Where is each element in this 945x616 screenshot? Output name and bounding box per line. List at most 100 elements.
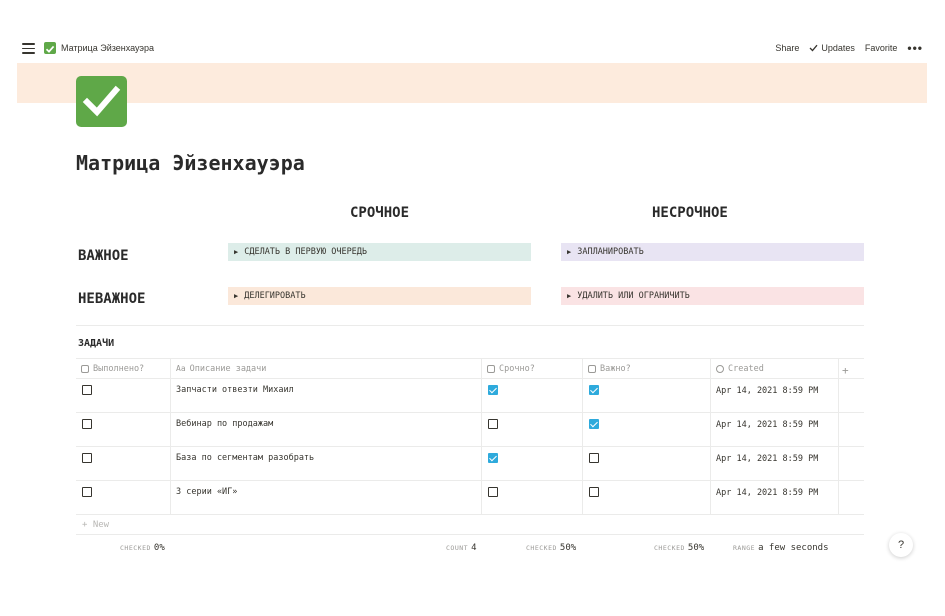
header-label: Важно? xyxy=(600,364,631,374)
toggle-label: ЗАПЛАНИРОВАТЬ xyxy=(577,247,644,257)
header-description[interactable]: Aa Описание задачи xyxy=(171,359,482,378)
cell-urgent xyxy=(482,447,583,480)
calc-key: COUNT xyxy=(446,544,469,552)
cell-empty xyxy=(839,379,864,412)
important-checkbox[interactable] xyxy=(589,385,599,395)
calc-urgent[interactable]: CHECKED 50% xyxy=(526,543,576,553)
cell-done xyxy=(76,379,171,412)
cell-important xyxy=(583,413,711,446)
calc-done[interactable]: CHECKED 0% xyxy=(120,543,165,553)
checkbox-property-icon xyxy=(487,365,495,373)
toggle-triangle-icon: ▶ xyxy=(567,292,572,300)
checkbox-property-icon xyxy=(588,365,596,373)
cell-description[interactable]: База по сегментам разобрать xyxy=(171,447,482,480)
more-options-icon[interactable]: ••• xyxy=(907,42,923,54)
page-checkmark-icon xyxy=(44,42,56,54)
top-bar: Матрица Эйзенхауэра Share Updates Favori… xyxy=(0,38,945,60)
table-row[interactable]: 3 серии «ИГ» Apr 14, 2021 8:59 PM xyxy=(76,481,864,515)
add-property-button[interactable]: + xyxy=(839,359,864,378)
done-checkbox[interactable] xyxy=(82,453,92,463)
header-done[interactable]: Выполнено? xyxy=(76,359,171,378)
toggle-triangle-icon: ▶ xyxy=(567,248,572,256)
page-checkmark-icon-large[interactable] xyxy=(76,76,127,127)
urgent-checkbox[interactable] xyxy=(488,385,498,395)
urgent-checkbox[interactable] xyxy=(488,487,498,497)
header-label: Срочно? xyxy=(499,364,535,374)
cell-important xyxy=(583,379,711,412)
header-created[interactable]: Created xyxy=(711,359,839,378)
cell-description[interactable]: Вебинар по продажам xyxy=(171,413,482,446)
new-row-button[interactable]: + New xyxy=(76,515,864,535)
toggle-schedule[interactable]: ▶ ЗАПЛАНИРОВАТЬ xyxy=(561,243,864,261)
row-heading-important: ВАЖНОЕ xyxy=(78,248,129,264)
calc-key: CHECKED xyxy=(120,544,151,552)
calc-created[interactable]: RANGE a few seconds xyxy=(733,543,829,553)
cell-important xyxy=(583,481,711,514)
calc-important[interactable]: CHECKED 50% xyxy=(654,543,704,553)
calc-count[interactable]: COUNT 4 xyxy=(446,543,477,553)
table-row[interactable]: База по сегментам разобрать Apr 14, 2021 … xyxy=(76,447,864,481)
table-row[interactable]: Запчасти отвезти Михаил Apr 14, 2021 8:59… xyxy=(76,379,864,413)
clock-icon xyxy=(716,365,724,373)
calc-value: 50% xyxy=(559,543,577,553)
updates-button[interactable]: Updates xyxy=(809,43,855,53)
divider xyxy=(76,325,864,326)
done-checkbox[interactable] xyxy=(82,385,92,395)
tasks-table: Выполнено? Aa Описание задачи Срочно? Важ… xyxy=(76,358,864,535)
breadcrumb-title[interactable]: Матрица Эйзенхауэра xyxy=(61,43,154,53)
done-checkbox[interactable] xyxy=(82,487,92,497)
header-important[interactable]: Важно? xyxy=(583,359,711,378)
cell-created: Apr 14, 2021 8:59 PM xyxy=(711,481,839,514)
cell-description[interactable]: Запчасти отвезти Михаил xyxy=(171,379,482,412)
header-urgent[interactable]: Срочно? xyxy=(482,359,583,378)
cell-urgent xyxy=(482,413,583,446)
text-property-icon: Aa xyxy=(176,364,186,373)
updates-label: Updates xyxy=(821,43,855,53)
important-checkbox[interactable] xyxy=(589,487,599,497)
cell-empty xyxy=(839,447,864,480)
urgent-checkbox[interactable] xyxy=(488,453,498,463)
help-button[interactable]: ? xyxy=(889,533,913,557)
toggle-do-first[interactable]: ▶ СДЕЛАТЬ В ПЕРВУЮ ОЧЕРЕДЬ xyxy=(228,243,531,261)
toggle-label: ДЕЛЕГИРОВАТЬ xyxy=(244,291,306,301)
calc-key: CHECKED xyxy=(654,544,685,552)
toggle-delete[interactable]: ▶ УДАЛИТЬ ИЛИ ОГРАНИЧИТЬ xyxy=(561,287,864,305)
cell-urgent xyxy=(482,481,583,514)
table-row[interactable]: Вебинар по продажам Apr 14, 2021 8:59 PM xyxy=(76,413,864,447)
important-checkbox[interactable] xyxy=(589,419,599,429)
toggle-label: УДАЛИТЬ ИЛИ ОГРАНИЧИТЬ xyxy=(577,291,690,301)
cell-description[interactable]: 3 серии «ИГ» xyxy=(171,481,482,514)
page-title: Матрица Эйзенхауэра xyxy=(76,151,305,175)
urgent-checkbox[interactable] xyxy=(488,419,498,429)
toggle-label: СДЕЛАТЬ В ПЕРВУЮ ОЧЕРЕДЬ xyxy=(244,247,368,257)
calc-value: 50% xyxy=(687,543,705,553)
important-checkbox[interactable] xyxy=(589,453,599,463)
menu-icon[interactable] xyxy=(22,43,35,54)
column-heading-urgent: СРОЧНОЕ xyxy=(350,205,410,221)
cell-done xyxy=(76,413,171,446)
column-heading-not-urgent: НЕСРОЧНОЕ xyxy=(652,205,728,221)
favorite-button[interactable]: Favorite xyxy=(865,43,898,53)
row-heading-not-important: НЕВАЖНОЕ xyxy=(78,291,146,307)
calc-value: 4 xyxy=(471,543,477,553)
cell-created: Apr 14, 2021 8:59 PM xyxy=(711,413,839,446)
table-header-row: Выполнено? Aa Описание задачи Срочно? Важ… xyxy=(76,358,864,379)
header-label: Выполнено? xyxy=(93,364,145,374)
page-cover xyxy=(17,63,927,103)
calc-key: CHECKED xyxy=(526,544,557,552)
toggle-triangle-icon: ▶ xyxy=(234,292,239,300)
share-button[interactable]: Share xyxy=(775,43,799,53)
header-label: Created xyxy=(728,364,764,374)
header-label: Описание задачи xyxy=(189,364,267,374)
cell-done xyxy=(76,447,171,480)
toggle-delegate[interactable]: ▶ ДЕЛЕГИРОВАТЬ xyxy=(228,287,531,305)
database-title[interactable]: ЗАДАЧИ xyxy=(78,338,114,349)
checkbox-property-icon xyxy=(81,365,89,373)
cell-done xyxy=(76,481,171,514)
checkmark-icon xyxy=(809,44,818,52)
cell-created: Apr 14, 2021 8:59 PM xyxy=(711,379,839,412)
cell-created: Apr 14, 2021 8:59 PM xyxy=(711,447,839,480)
calc-value: 0% xyxy=(153,543,165,553)
calc-key: RANGE xyxy=(733,544,756,552)
done-checkbox[interactable] xyxy=(82,419,92,429)
